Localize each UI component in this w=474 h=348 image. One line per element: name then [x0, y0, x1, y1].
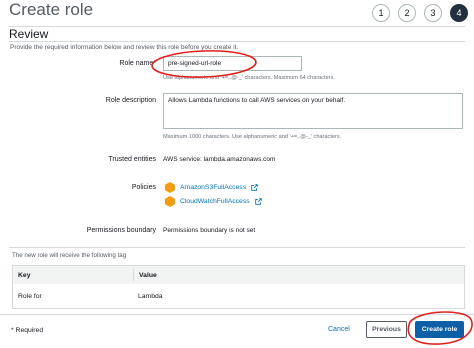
wizard-steps: 1 2 3 4 [372, 4, 468, 22]
section-divider [9, 41, 465, 42]
tag-key-cell: Role for [18, 292, 42, 300]
tag-note: The new role will receive the following … [12, 252, 127, 259]
role-description-hint: Maximum 1000 characters. Use alphanumeri… [163, 134, 342, 140]
external-link-icon[interactable] [254, 198, 262, 205]
cancel-button[interactable]: Cancel [328, 326, 350, 333]
page-footer: * Required Cancel Previous Create role [0, 316, 474, 348]
section-title: Review [9, 27, 49, 41]
policy-link-cloudwatch[interactable]: CloudWatchFullAccess [180, 198, 250, 205]
role-description-field[interactable]: Allows Lambda functions to call AWS serv… [163, 93, 463, 129]
page-header: Create role 1 2 3 4 [0, 0, 474, 26]
step-4-button[interactable]: 4 [450, 4, 468, 22]
role-description-label: Role description [105, 97, 156, 104]
policy-item: AmazonS3FullAccess [165, 182, 258, 193]
policy-item: CloudWatchFullAccess [165, 196, 262, 207]
role-name-label: Role name* [119, 60, 156, 67]
tags-divider [9, 247, 465, 248]
policies-label: Policies [131, 184, 156, 191]
trusted-entities-label: Trusted entities [108, 156, 156, 163]
policy-link-s3[interactable]: AmazonS3FullAccess [180, 184, 246, 191]
external-link-icon[interactable] [251, 184, 258, 191]
permissions-boundary-value: Permissions boundary is not set [163, 227, 256, 234]
previous-button[interactable]: Previous [366, 321, 407, 338]
role-name-hint: Use alphanumeric and '+=,.@-_' character… [163, 75, 335, 81]
tag-value-cell: Lambda [138, 292, 163, 300]
policy-cube-icon [165, 196, 175, 207]
intro-text: Provide the required information below a… [10, 44, 239, 51]
step-2-button[interactable]: 2 [398, 4, 416, 22]
footer-divider [0, 314, 474, 315]
trusted-entities-value: AWS service: lambda.amazonaws.com [163, 156, 276, 163]
permissions-boundary-label: Permissions boundary [86, 227, 156, 234]
required-note: * Required [11, 327, 44, 334]
role-name-field[interactable]: pre-signed-url-role [163, 56, 302, 71]
column-header-value: Value [133, 269, 157, 281]
tags-table-header: Key Value [13, 266, 464, 284]
create-role-button[interactable]: Create role [415, 321, 464, 338]
table-row: Role for Lambda [13, 284, 464, 308]
header-divider [9, 26, 465, 27]
column-header-key: Key [18, 271, 31, 279]
step-3-button[interactable]: 3 [424, 4, 442, 22]
policy-cube-icon [165, 182, 175, 193]
step-1-button[interactable]: 1 [372, 4, 390, 22]
page-title: Create role [9, 0, 94, 19]
tags-table: Key Value Role for Lambda [12, 265, 465, 309]
